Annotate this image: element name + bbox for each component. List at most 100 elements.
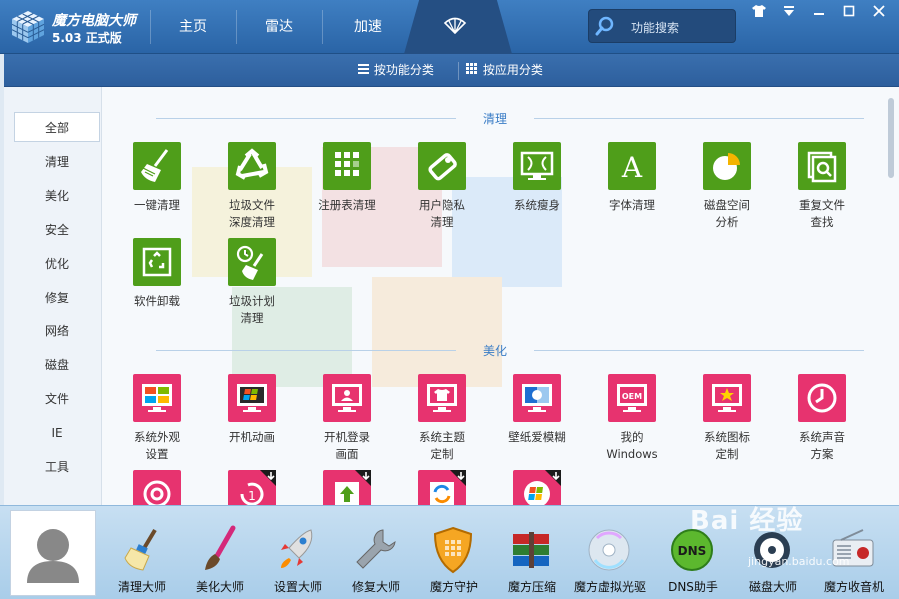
app-version: 5.03 正式版 — [52, 31, 122, 45]
sidebar-item-network[interactable]: 网络 — [14, 316, 100, 346]
tools-panel: 清理 一键清理 垃圾文件 深度清理 注册表清理 用户隐私 清理 系统瘦身 A 字体清… — [102, 87, 899, 505]
dock-label: 磁盘大师 — [748, 580, 797, 594]
sidebar-item-disk[interactable]: 磁盘 — [14, 350, 100, 380]
baidu-watermark-logo: Bai 经验 — [690, 506, 804, 536]
tile-system-theme[interactable] — [418, 374, 466, 422]
tile-boot-animation[interactable] — [228, 374, 276, 422]
user-avatar[interactable] — [10, 510, 96, 596]
app-name: 魔方电脑大师 — [52, 13, 136, 29]
tile-disk-space-analysis[interactable] — [703, 142, 751, 190]
tile-label: 垃圾文件 深度清理 — [229, 198, 275, 229]
sidebar-item-tools[interactable]: 工具 — [14, 452, 100, 482]
download-badge-icon — [260, 470, 276, 486]
svg-text:OEM: OEM — [622, 392, 642, 401]
tile-deep-junk-clean[interactable] — [228, 142, 276, 190]
tile-label: 软件卸载 — [134, 294, 180, 308]
font-a-icon: A — [621, 151, 643, 184]
dock-mofang-compress[interactable]: 魔方压缩 — [493, 524, 571, 596]
tile-label: 一键清理 — [134, 198, 180, 212]
tile-duplicate-file-search[interactable] — [798, 142, 846, 190]
tile-label: 系统外观 设置 — [134, 430, 180, 461]
sidebar-item-all[interactable]: 全部 — [14, 112, 100, 142]
tile-font-clean[interactable]: A — [608, 142, 656, 190]
section-divider — [156, 118, 456, 119]
search-input[interactable]: 功能搜索 — [631, 19, 679, 36]
by-function-tab[interactable]: 按功能分类 — [358, 54, 434, 87]
dock-label: 清理大师 — [117, 580, 166, 594]
books-archive-icon — [513, 532, 549, 568]
tile-label: 注册表清理 — [318, 198, 376, 212]
tile-system-sounds[interactable] — [798, 374, 846, 422]
close-icon[interactable] — [868, 4, 890, 22]
windows-monitor-icon — [142, 384, 172, 412]
baidu-watermark-url: jingyan.baidu.com — [748, 555, 850, 568]
sidebar-item-beautify[interactable]: 美化 — [14, 181, 100, 211]
dock-virtual-drive[interactable]: 魔方虚拟光驱 — [571, 524, 649, 596]
svg-text:DNS: DNS — [678, 544, 707, 558]
sidebar-item-security[interactable]: 安全 — [14, 215, 100, 245]
tile-privacy-clean[interactable] — [418, 142, 466, 190]
menu-icon[interactable] — [778, 4, 800, 22]
recycle-icon — [235, 148, 269, 180]
section-divider — [156, 350, 456, 351]
tile-label: 系统主题 定制 — [419, 430, 465, 461]
rubiks-cube-logo-icon — [11, 11, 45, 43]
download-badge-icon — [355, 470, 371, 486]
minimize-icon[interactable] — [808, 4, 830, 22]
tile-registry-clean[interactable] — [323, 142, 371, 190]
tile-system-slim[interactable] — [513, 142, 561, 190]
tile-my-windows[interactable]: OEM — [608, 374, 656, 422]
scheduled-clean-icon — [236, 245, 264, 280]
tile-label: 开机动画 — [229, 430, 275, 444]
skin-shirt-icon[interactable] — [748, 4, 770, 22]
dock-settings-master[interactable]: 设置大师 — [259, 524, 337, 596]
dock-label: 魔方收音机 — [823, 580, 884, 594]
duplicate-search-icon — [807, 151, 837, 183]
tile-label: 系统图标 定制 — [704, 430, 750, 461]
by-app-tab[interactable]: 按应用分类 — [466, 54, 543, 87]
uninstall-bin-icon — [142, 247, 172, 277]
list-icon — [358, 54, 370, 87]
tile-scheduled-junk-clean[interactable] — [228, 238, 276, 286]
tile-label: 垃圾计划 清理 — [229, 294, 275, 325]
broom-icon — [141, 149, 169, 182]
dock-mofang-guard[interactable]: 魔方守护 — [415, 524, 493, 596]
tile-label: 系统声音 方案 — [799, 430, 845, 461]
radio-icon — [832, 529, 874, 567]
maximize-icon[interactable] — [838, 4, 860, 22]
tile-wallpaper-blur[interactable] — [513, 374, 561, 422]
star-monitor-icon — [712, 384, 742, 412]
nav-tab-radar[interactable]: 雷达 — [236, 0, 322, 54]
tile-refresh[interactable] — [418, 470, 466, 505]
dock-repair-master[interactable]: 修复大师 — [337, 524, 415, 596]
tile-system-appearance[interactable] — [133, 374, 181, 422]
sidebar-item-clean[interactable]: 清理 — [14, 147, 100, 177]
tile-upload[interactable] — [323, 470, 371, 505]
content-scrollbar[interactable] — [888, 98, 894, 178]
nav-tab-speedup[interactable]: 加速 — [322, 0, 414, 54]
sound-target-icon — [143, 480, 171, 505]
tile-software-uninstall[interactable] — [133, 238, 181, 286]
tile-windows-logo[interactable] — [513, 470, 561, 505]
by-function-label: 按功能分类 — [373, 63, 434, 77]
dock-label: 设置大师 — [273, 580, 322, 594]
tile-one-click-clean[interactable] — [133, 142, 181, 190]
tile-sound-target[interactable] — [133, 470, 181, 505]
by-app-label: 按应用分类 — [482, 63, 543, 77]
dock-label: 魔方压缩 — [507, 580, 556, 594]
section-title-clean: 清理 — [482, 112, 507, 126]
dock-beautify-master[interactable]: 美化大师 — [181, 524, 259, 596]
search-icon — [595, 16, 614, 36]
function-search-box[interactable]: 功能搜索 — [588, 9, 736, 43]
nav-tab-home[interactable]: 主页 — [150, 0, 236, 54]
tile-login-screen[interactable] — [323, 374, 371, 422]
tile-restore[interactable]: 1 — [228, 470, 276, 505]
sidebar-item-ie[interactable]: IE — [14, 418, 100, 448]
tile-system-icons[interactable] — [703, 374, 751, 422]
sidebar-item-optimize[interactable]: 优化 — [14, 249, 100, 279]
tile-label: 用户隐私 清理 — [419, 198, 465, 229]
sidebar-item-file[interactable]: 文件 — [14, 384, 100, 414]
tile-label: 重复文件 查找 — [799, 198, 845, 229]
dock-clean-master[interactable]: 清理大师 — [103, 524, 181, 596]
sidebar-item-repair[interactable]: 修复 — [14, 283, 100, 313]
